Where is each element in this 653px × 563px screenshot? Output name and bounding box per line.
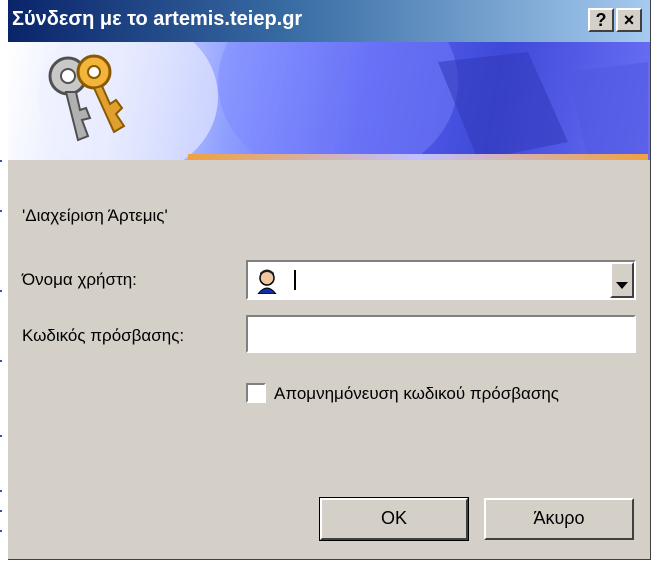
remember-password-label[interactable]: Απομνημόνευση κωδικού πρόσβασης [274, 384, 559, 404]
realm-label: 'Διαχείριση Άρτεμις' [22, 206, 168, 225]
title-bar[interactable]: Σύνδεση με το artemis.teiep.gr ? × [8, 0, 650, 42]
text-caret [294, 270, 296, 290]
ok-button[interactable]: OK [319, 497, 469, 541]
username-label: Όνομα χρήστη: [22, 270, 137, 289]
remember-password-checkbox[interactable] [246, 383, 266, 403]
edge-marks [0, 150, 4, 550]
chevron-down-icon [616, 277, 628, 295]
cancel-button[interactable]: Άκυρο [484, 498, 634, 540]
login-dialog: Σύνδεση με το artemis.teiep.gr ? × 'Διαχ… [8, 0, 651, 560]
help-button[interactable]: ? [588, 8, 614, 32]
username-combobox[interactable] [246, 260, 636, 300]
window-title: Σύνδεση με το artemis.teiep.gr [12, 8, 303, 30]
keys-icon [36, 48, 126, 153]
user-icon [254, 268, 280, 299]
username-dropdown-button[interactable] [610, 262, 634, 298]
header-banner [8, 42, 650, 160]
banner-stripe [188, 154, 648, 160]
close-button[interactable]: × [616, 8, 642, 32]
password-field[interactable] [246, 315, 636, 353]
password-label: Κωδικός πρόσβασης: [22, 326, 185, 345]
